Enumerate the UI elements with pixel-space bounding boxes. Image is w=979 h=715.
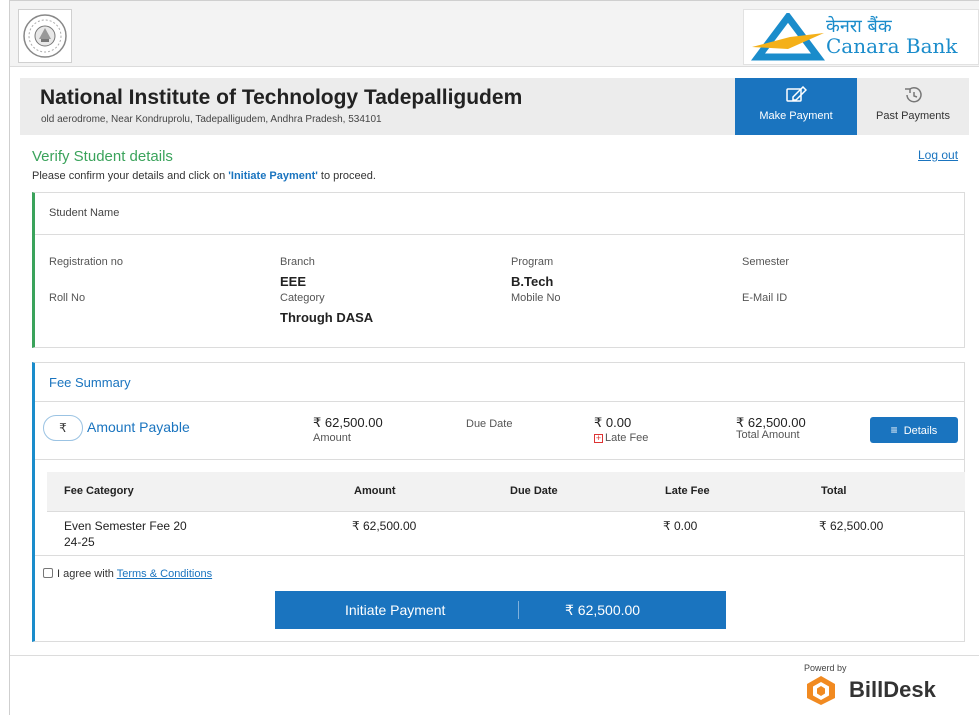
- row-total: ₹ 62,500.00: [819, 519, 884, 533]
- billdesk-hexagon-icon: [807, 676, 835, 705]
- th-due-date: Due Date: [510, 485, 558, 497]
- th-fee-category: Fee Category: [64, 485, 134, 497]
- due-date-label: Due Date: [466, 418, 513, 430]
- tab-make-payment[interactable]: Make Payment: [735, 78, 857, 135]
- top-bar: केनरा बैंक Canara Bank: [10, 0, 979, 67]
- fee-category-line2: 24-25: [64, 535, 95, 549]
- category-value: Through DASA: [280, 310, 374, 325]
- terms-link[interactable]: Terms & Conditions: [117, 568, 212, 580]
- amount-payable-label: Amount Payable: [87, 419, 190, 435]
- student-details-card: Student Name Registration no Branch EEE …: [32, 192, 965, 348]
- details-button[interactable]: ≡ Details: [870, 417, 958, 443]
- fee-summary-title: Fee Summary: [49, 375, 131, 390]
- late-fee-value: ₹ 0.00: [594, 415, 632, 430]
- rupee-icon: ₹: [43, 415, 83, 441]
- row-amount: ₹ 62,500.00: [352, 519, 417, 533]
- mobile-label: Mobile No: [511, 292, 561, 304]
- emblem-icon: [23, 14, 67, 58]
- confirm-highlight: 'Initiate Payment': [228, 170, 318, 182]
- branch-label: Branch: [280, 256, 315, 268]
- verify-title: Verify Student details: [32, 148, 173, 165]
- row-late-fee: ₹ 0.00: [663, 519, 698, 533]
- canara-triangle-icon: [751, 13, 825, 61]
- registration-label: Registration no: [49, 256, 123, 268]
- canara-bank-logo: केनरा बैंक Canara Bank: [743, 9, 979, 65]
- program-label: Program: [511, 256, 554, 268]
- details-label: Details: [903, 425, 938, 437]
- divider: [35, 401, 965, 402]
- program-value: B.Tech: [511, 274, 554, 289]
- fee-table-header: Fee Category Amount Due Date Late Fee To…: [47, 472, 965, 512]
- tab-past-payments[interactable]: Past Payments: [857, 78, 969, 135]
- logout-link[interactable]: Log out: [918, 148, 958, 162]
- th-late-fee: Late Fee: [665, 485, 710, 497]
- agree-prefix: I agree with: [57, 568, 117, 580]
- bank-name-english: Canara Bank: [826, 34, 958, 58]
- late-fee-label: Late Fee: [605, 432, 649, 444]
- th-total: Total: [821, 485, 847, 497]
- initiate-payment-label: Initiate Payment: [345, 602, 446, 618]
- divider: [35, 234, 965, 235]
- branch-value: EEE: [280, 274, 307, 289]
- initiate-payment-amount: ₹ 62,500.00: [565, 602, 641, 618]
- button-separator: [518, 601, 519, 619]
- divider: [35, 459, 965, 460]
- powered-by-label: Powerd by: [804, 663, 847, 673]
- fee-category-line1: Even Semester Fee 20: [64, 519, 187, 533]
- tab-past-payments-label: Past Payments: [876, 110, 950, 122]
- late-fee-label-group: + Late Fee: [594, 432, 648, 444]
- edit-icon: [786, 86, 807, 102]
- fee-summary-card: Fee Summary ₹ Amount Payable ₹ 62,500.00…: [32, 362, 965, 642]
- divider: [35, 555, 965, 556]
- total-label: Total Amount: [736, 429, 800, 441]
- amount-value: ₹ 62,500.00: [313, 415, 383, 430]
- th-amount: Amount: [354, 485, 396, 497]
- confirm-suffix: to proceed.: [317, 170, 376, 182]
- confirm-prefix: Please confirm your details and click on: [32, 170, 229, 182]
- billdesk-brand: BillDesk: [849, 677, 936, 702]
- email-label: E-Mail ID: [742, 292, 788, 304]
- plus-square-icon: +: [594, 433, 603, 443]
- history-icon: [905, 87, 922, 103]
- amount-label: Amount: [313, 432, 351, 444]
- institute-logo: [18, 9, 72, 63]
- category-label: Category: [280, 292, 325, 304]
- roll-no-label: Roll No: [49, 292, 86, 304]
- institute-name: National Institute of Technology Tadepal…: [40, 86, 523, 109]
- billdesk-logo: BillDesk: [803, 674, 973, 706]
- terms-agreement: I agree with Terms & Conditions: [43, 568, 212, 580]
- tab-make-payment-label: Make Payment: [759, 110, 833, 122]
- menu-icon: ≡: [890, 423, 898, 437]
- initiate-payment-button[interactable]: Initiate Payment ₹ 62,500.00: [275, 591, 726, 629]
- student-name-label: Student Name: [49, 207, 120, 219]
- divider: [47, 511, 965, 512]
- semester-label: Semester: [742, 256, 790, 268]
- confirm-instructions: Please confirm your details and click on…: [32, 170, 376, 182]
- agree-checkbox[interactable]: [43, 568, 53, 578]
- institute-address: old aerodrome, Near Kondruprolu, Tadepal…: [41, 114, 382, 125]
- footer-divider: [10, 655, 979, 656]
